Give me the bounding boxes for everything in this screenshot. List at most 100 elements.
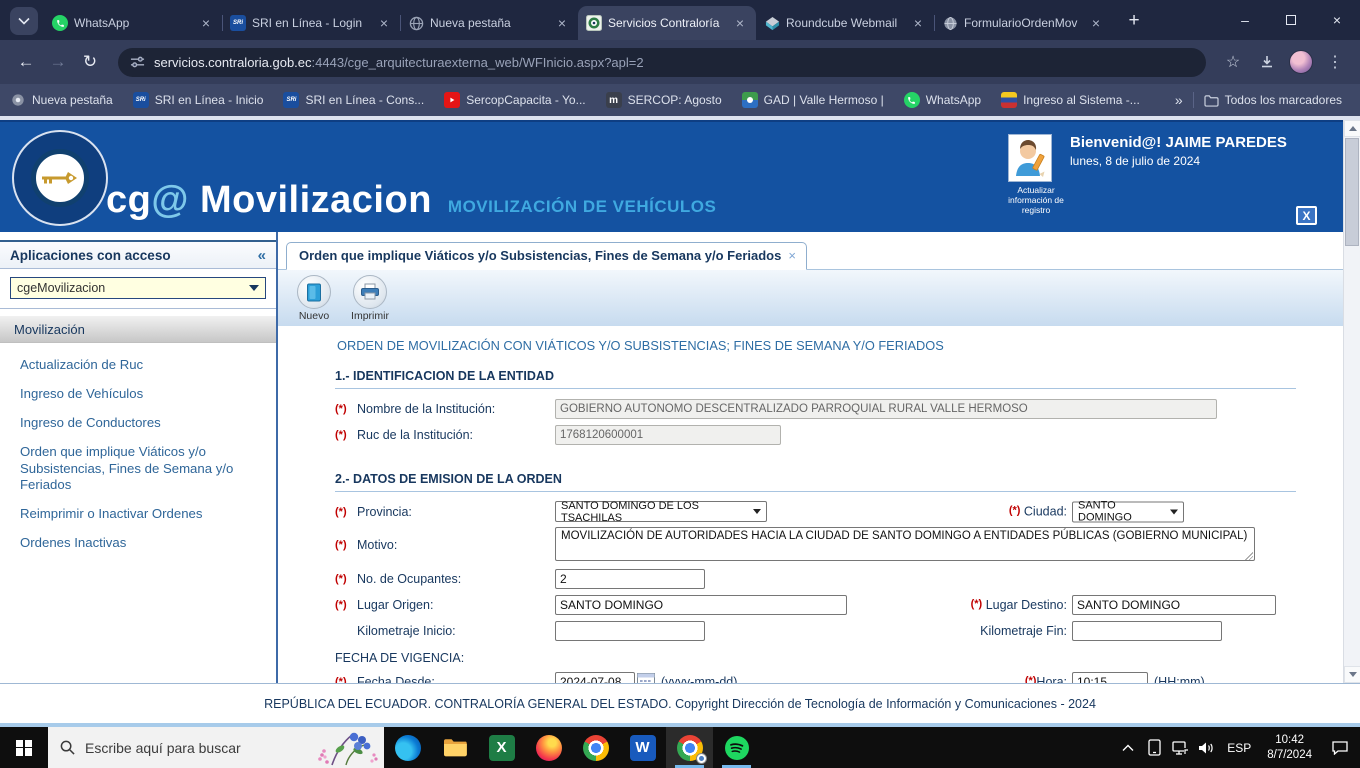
browser-tab-roundcube[interactable]: Roundcube Webmail × <box>756 6 935 40</box>
profile-avatar[interactable] <box>1286 47 1316 77</box>
minimize-button[interactable]: – <box>1222 0 1268 40</box>
tab-close-icon[interactable]: × <box>1088 15 1104 31</box>
taskbar-search[interactable]: Escribe aquí para buscar <box>48 727 384 768</box>
browser-tab-whatsapp[interactable]: WhatsApp × <box>44 6 223 40</box>
field-row-nombre: (*) Nombre de la Institución: <box>335 396 1296 421</box>
browser-tab-formulario-orden[interactable]: FormularioOrdenMov × <box>934 6 1112 40</box>
tablet-mode-icon[interactable] <box>1141 728 1167 768</box>
hora-desde-input[interactable] <box>1072 671 1148 683</box>
tab-close-icon[interactable]: × <box>554 15 570 31</box>
bookmark-item[interactable]: SRi SRI en Línea - Inicio <box>132 92 263 108</box>
sri-icon: SRi <box>230 15 246 31</box>
bookmark-item[interactable]: Ingreso al Sistema -... <box>1001 92 1140 108</box>
start-button[interactable] <box>0 727 48 768</box>
browser-menu-icon[interactable]: ⋮ <box>1320 47 1350 77</box>
header-close-button[interactable]: X <box>1296 206 1317 225</box>
lugar-origen-input[interactable] <box>555 594 847 615</box>
bookmark-star-icon[interactable]: ☆ <box>1218 47 1248 77</box>
bookmark-item[interactable]: m SERCOP: Agosto <box>605 92 722 108</box>
nombre-input[interactable] <box>555 398 1217 419</box>
reload-button[interactable]: ↻ <box>74 46 106 78</box>
site-header: cg@ Movilizacion MOVILIZACIÓN DE VEHÍCUL… <box>0 120 1343 232</box>
network-icon[interactable] <box>1167 728 1193 768</box>
tab-close-icon[interactable]: × <box>198 15 214 31</box>
language-indicator[interactable]: ESP <box>1219 741 1259 755</box>
action-center-icon[interactable] <box>1320 728 1360 768</box>
globe-icon <box>942 15 958 31</box>
bookmark-item[interactable]: SRi SRI en Línea - Cons... <box>283 92 424 108</box>
browser-tab-servicios-contraloria[interactable]: Servicios Contraloría × <box>578 6 756 40</box>
ocupantes-input[interactable] <box>555 568 705 589</box>
bookmarks-overflow-icon[interactable]: » <box>1175 92 1183 108</box>
sidebar-item-ordenes-inactivas[interactable]: Ordenes Inactivas <box>20 535 266 552</box>
bookmark-item[interactable]: Nueva pestaña <box>10 92 113 108</box>
taskbar-app-spotify[interactable] <box>713 727 760 768</box>
taskbar-app-firefox[interactable] <box>525 727 572 768</box>
taskbar-app-chrome[interactable] <box>572 727 619 768</box>
bookmark-item[interactable]: GAD | Valle Hermoso | <box>741 92 884 108</box>
sidebar-item-orden-viaticos[interactable]: Orden que implique Viáticos y/o Subsiste… <box>20 444 266 495</box>
ocupantes-label: No. de Ocupantes: <box>357 571 462 586</box>
clock[interactable]: 10:42 8/7/2024 <box>1259 733 1320 763</box>
motivo-label: Motivo: <box>357 538 398 552</box>
tab-close-icon[interactable]: × <box>732 15 748 31</box>
update-registry-button[interactable]: Actualizar información de registro <box>1008 134 1064 216</box>
sidebar-item-reimprimir[interactable]: Reimprimir o Inactivar Ordenes <box>20 506 266 523</box>
imprimir-button[interactable]: Imprimir <box>346 275 394 326</box>
calendar-icon[interactable] <box>637 673 655 683</box>
document-tab-row: Orden que implique Viáticos y/o Subsiste… <box>278 240 1343 270</box>
browser-tab-sri-login[interactable]: SRi SRI en Línea - Login × <box>222 6 401 40</box>
taskbar-app-chrome-profile[interactable] <box>666 727 713 768</box>
sidebar-item-actualizacion-ruc[interactable]: Actualización de Ruc <box>20 357 266 374</box>
tray-expand-icon[interactable] <box>1115 728 1141 768</box>
address-bar[interactable]: servicios.contraloria.gob.ec:4443/cge_ar… <box>118 47 1206 77</box>
document-tab-close-icon[interactable]: × <box>788 248 796 263</box>
close-button[interactable]: × <box>1314 0 1360 40</box>
profile-badge <box>696 753 707 764</box>
document-tab[interactable]: Orden que implique Viáticos y/o Subsiste… <box>286 242 807 270</box>
resize-handle[interactable] <box>1244 550 1253 560</box>
browser-tab-nueva-pestana[interactable]: Nueva pestaña × <box>400 6 578 40</box>
km-inicio-input[interactable] <box>555 620 705 641</box>
fecha-desde-input[interactable] <box>555 671 635 683</box>
volume-icon[interactable] <box>1193 728 1219 768</box>
maximize-button[interactable] <box>1268 0 1314 40</box>
application-select[interactable]: cgeMovilizacion <box>10 277 266 299</box>
taskbar-app-excel[interactable]: X <box>478 727 525 768</box>
motivo-textarea[interactable]: MOVILIZACIÓN DE AUTORIDADES HACIA LA CIU… <box>555 526 1255 561</box>
bookmark-item[interactable]: SercopCapacita - Yo... <box>444 92 586 108</box>
page-scrollbar[interactable] <box>1343 120 1360 683</box>
tab-search-button[interactable] <box>10 7 38 35</box>
forward-button[interactable]: → <box>42 46 74 78</box>
scroll-down-button[interactable] <box>1344 666 1360 683</box>
scroll-up-button[interactable] <box>1344 120 1360 137</box>
required-marker: (*) <box>335 402 347 415</box>
scrollbar-thumb[interactable] <box>1345 138 1359 246</box>
globe-icon <box>408 15 424 31</box>
required-marker: (*) <box>1008 504 1021 517</box>
roundcube-icon <box>764 15 780 31</box>
youtube-icon <box>444 92 461 108</box>
new-tab-button[interactable]: + <box>1120 7 1148 35</box>
km-fin-input[interactable] <box>1072 620 1222 641</box>
bookmark-label: Nueva pestaña <box>32 93 113 107</box>
bookmark-item[interactable]: WhatsApp <box>903 92 981 108</box>
tab-label: Roundcube Webmail <box>786 16 898 30</box>
provincia-select[interactable]: SANTO DOMINGO DE LOS TSACHILAS <box>555 500 767 524</box>
nuevo-button[interactable]: Nuevo <box>290 275 338 326</box>
sidebar-item-ingreso-vehiculos[interactable]: Ingreso de Vehículos <box>20 386 266 403</box>
lugar-destino-input[interactable] <box>1072 594 1276 615</box>
taskbar-app-explorer[interactable] <box>431 727 478 768</box>
sidebar-collapse-icon[interactable]: « <box>258 247 266 264</box>
taskbar-app-edge[interactable] <box>384 727 431 768</box>
field-row-kilometraje: Kilometraje Inicio: Kilometraje Fin: <box>335 618 1296 643</box>
all-bookmarks-button[interactable]: Todos los marcadores <box>1204 93 1342 107</box>
back-button[interactable]: ← <box>10 46 42 78</box>
sidebar-item-ingreso-conductores[interactable]: Ingreso de Conductores <box>20 415 266 432</box>
downloads-icon[interactable] <box>1252 47 1282 77</box>
taskbar-app-word[interactable]: W <box>619 727 666 768</box>
ciudad-select[interactable]: SANTO DOMINGO <box>1072 500 1184 524</box>
ruc-input[interactable] <box>555 424 781 445</box>
tab-close-icon[interactable]: × <box>910 15 926 31</box>
tab-close-icon[interactable]: × <box>376 15 392 31</box>
